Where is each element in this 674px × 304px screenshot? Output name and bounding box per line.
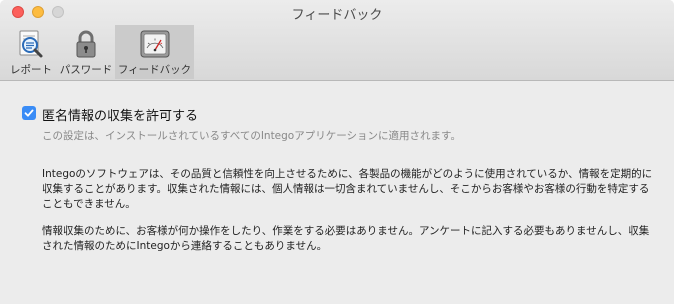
tab-feedback-label: フィードバック	[117, 64, 192, 76]
report-magnifier-icon	[19, 30, 43, 58]
allow-anonymous-collection-checkbox[interactable]	[22, 106, 36, 120]
allow-anonymous-collection-label[interactable]: 匿名情報の収集を許可する	[42, 105, 198, 124]
titlebar: フィードバック レポート パスワード フィードバック	[0, 0, 674, 81]
tab-feedback[interactable]: フィードバック	[115, 25, 194, 79]
tab-report[interactable]: レポート	[6, 25, 56, 79]
no-action-required-paragraph: 情報収集のために、お客様が何か操作をしたり、作業をする必要はありません。アンケー…	[42, 225, 650, 252]
tab-password-label: パスワード	[59, 64, 113, 76]
tab-password[interactable]: パスワード	[58, 25, 114, 79]
collection-explanation-paragraph: Integoのソフトウェアは、その品質と信頼性を向上させるために、各製品の機能が…	[42, 168, 653, 210]
padlock-icon	[76, 30, 96, 58]
feedback-panel: 匿名情報の収集を許可する この設定は、インストールされているすべてのIntego…	[0, 81, 674, 304]
gauge-meter-icon	[140, 30, 169, 58]
checkmark-icon	[24, 109, 34, 117]
setting-description: この設定は、インストールされているすべてのIntegoアプリケーションに適用され…	[42, 130, 461, 142]
tab-report-label: レポート	[10, 64, 52, 76]
window-title: フィードバック	[291, 8, 383, 23]
feedback-window: フィードバック レポート パスワード フィードバック 匿名情報の収集を許可する …	[0, 0, 674, 304]
